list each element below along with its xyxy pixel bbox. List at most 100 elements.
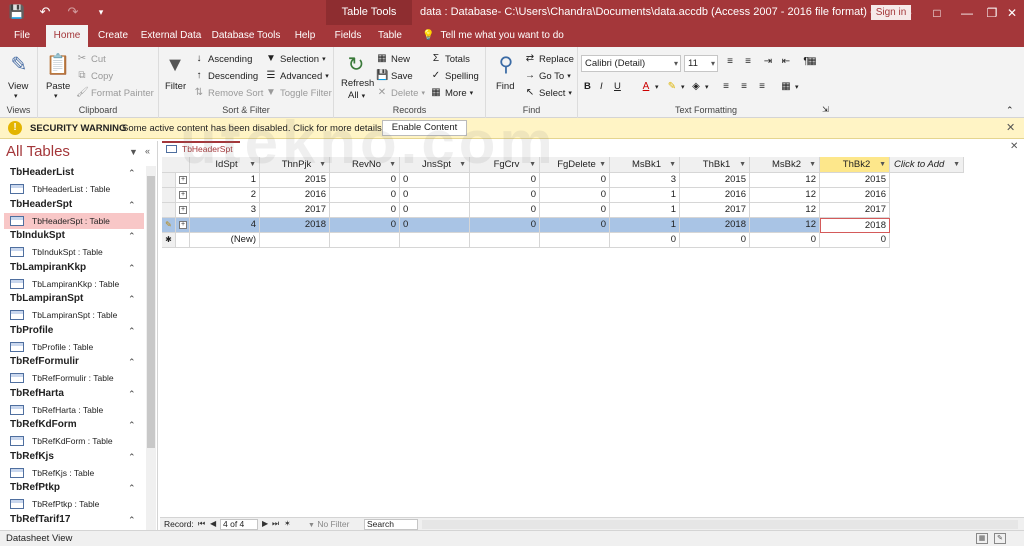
row-selector[interactable] bbox=[162, 203, 176, 218]
cell-thbk1[interactable]: 2017 bbox=[680, 203, 750, 218]
cell-revno[interactable]: 0 bbox=[330, 173, 400, 188]
nav-scrollbar[interactable] bbox=[146, 166, 156, 530]
row-selector[interactable] bbox=[162, 173, 176, 188]
font-color-button[interactable]: A ▾ bbox=[640, 81, 659, 93]
cell-fgcrv[interactable] bbox=[470, 233, 540, 248]
italic-button[interactable]: I bbox=[600, 81, 603, 92]
save-icon[interactable]: 💾 bbox=[8, 4, 26, 20]
expand-cell[interactable]: + bbox=[176, 173, 190, 188]
nav-item-tbrefformulir[interactable]: TbRefFormulir : Table bbox=[4, 370, 144, 386]
column-header-thnpjk[interactable]: ThnPjk ▼ bbox=[260, 157, 330, 173]
cell-msbk1[interactable]: 1 bbox=[610, 218, 680, 233]
advanced-button[interactable]: ☰ Advanced ▾ bbox=[265, 70, 329, 82]
spelling-button[interactable]: ✓ Spelling bbox=[430, 70, 479, 82]
cell-fgcrv[interactable]: 0 bbox=[470, 173, 540, 188]
more-button[interactable]: ▦ More ▾ bbox=[430, 87, 473, 99]
alt-row-color-button[interactable]: ▦ ▾ bbox=[780, 81, 798, 93]
highlight-button[interactable]: ✎ ▾ bbox=[666, 81, 685, 93]
column-header-msbk2[interactable]: MsBk2 ▼ bbox=[750, 157, 820, 173]
expand-cell[interactable]: + bbox=[176, 188, 190, 203]
paste-icon[interactable]: 📋 bbox=[44, 51, 72, 79]
column-header-click-to-add[interactable]: Click to Add ▼ bbox=[890, 157, 964, 173]
expand-cell[interactable]: + bbox=[176, 218, 190, 233]
column-header-fgdelete[interactable]: FgDelete ▼ bbox=[540, 157, 610, 173]
tab-table[interactable]: Table bbox=[372, 25, 408, 47]
tab-create[interactable]: Create bbox=[93, 25, 133, 47]
cell-fgdelete[interactable]: 0 bbox=[540, 203, 610, 218]
gridlines-button[interactable]: ▦ bbox=[806, 56, 818, 68]
nav-group-tbrefkdform[interactable]: TbRefKdForm ⌃ bbox=[0, 417, 144, 433]
column-header-jnsspt[interactable]: JnsSpt ▼ bbox=[400, 157, 470, 173]
filter-button[interactable]: Filter bbox=[165, 81, 186, 92]
cell-msbk2[interactable]: 12 bbox=[750, 218, 820, 233]
column-dropdown-icon[interactable]: ▼ bbox=[599, 157, 606, 172]
cell-msbk1[interactable]: 3 bbox=[610, 173, 680, 188]
record-position-input[interactable]: 4 of 4 bbox=[220, 519, 258, 530]
nav-item-tbrefkdform[interactable]: TbRefKdForm : Table bbox=[4, 433, 144, 449]
column-dropdown-icon[interactable]: ▼ bbox=[389, 157, 396, 172]
cell-thbk1[interactable]: 2016 bbox=[680, 188, 750, 203]
bold-button[interactable]: B bbox=[584, 81, 591, 92]
filter-icon[interactable]: ▼ bbox=[161, 51, 189, 79]
nav-group-tbheaderlist[interactable]: TbHeaderList ⌃ bbox=[0, 165, 144, 181]
goto-button[interactable]: → Go To ▾ bbox=[524, 70, 571, 82]
outdent-button[interactable]: ⇤ bbox=[780, 56, 792, 68]
align-left-button[interactable]: ≡ bbox=[720, 81, 732, 93]
selection-button[interactable]: ▼ Selection ▾ bbox=[265, 53, 326, 65]
column-dropdown-icon[interactable]: ▼ bbox=[879, 157, 886, 172]
view-dropdown-icon[interactable]: ▾ bbox=[14, 92, 18, 100]
cell-thbk2[interactable]: 0 bbox=[820, 233, 890, 248]
cell-idspt[interactable]: 1 bbox=[190, 173, 260, 188]
horizontal-scrollbar[interactable] bbox=[422, 520, 1018, 529]
column-header-idspt[interactable]: IdSpt ▼ bbox=[190, 157, 260, 173]
replace-button[interactable]: ⇄ Replace bbox=[524, 53, 574, 65]
bullets-button[interactable]: ≡ bbox=[724, 56, 736, 68]
nav-item-tbindukspt[interactable]: TbIndukSpt : Table bbox=[4, 244, 144, 260]
nav-group-tbprofile[interactable]: TbProfile ⌃ bbox=[0, 323, 144, 339]
numbering-button[interactable]: ≡ bbox=[742, 56, 754, 68]
nav-item-tbheaderspt[interactable]: TbHeaderSpt : Table bbox=[4, 212, 144, 229]
expand-plus-icon[interactable]: + bbox=[179, 176, 187, 184]
nav-group-tbrefharta[interactable]: TbRefHarta ⌃ bbox=[0, 386, 144, 402]
paste-dropdown-icon[interactable]: ▾ bbox=[54, 92, 58, 100]
cell-thnpjk[interactable]: 2015 bbox=[260, 173, 330, 188]
column-dropdown-icon[interactable]: ▼ bbox=[739, 157, 746, 172]
copy-button[interactable]: ⧉ Copy bbox=[76, 70, 113, 82]
view-icon[interactable]: ✎ bbox=[5, 51, 33, 79]
doc-tab-tbheaderspt[interactable]: TbHeaderSpt bbox=[162, 141, 240, 155]
font-combo[interactable]: Calibri (Detail) ▾ bbox=[581, 55, 681, 72]
cell-msbk2[interactable]: 12 bbox=[750, 203, 820, 218]
cell-fgdelete[interactable]: 0 bbox=[540, 173, 610, 188]
ascending-button[interactable]: ↓ Ascending bbox=[193, 53, 253, 65]
nav-item-tbrefptkp[interactable]: TbRefPtkp : Table bbox=[4, 496, 144, 512]
cell-jnsspt[interactable]: 0 bbox=[400, 188, 470, 203]
find-button[interactable]: Find bbox=[496, 81, 514, 92]
cell-msbk1[interactable]: 1 bbox=[610, 203, 680, 218]
align-right-button[interactable]: ≡ bbox=[756, 81, 768, 93]
nav-item-tbheaderlist[interactable]: TbHeaderList : Table bbox=[4, 181, 144, 197]
cell-fgdelete[interactable] bbox=[540, 233, 610, 248]
security-close-icon[interactable]: ✕ bbox=[1006, 118, 1015, 139]
tab-database-tools[interactable]: Database Tools bbox=[210, 25, 282, 47]
select-all-corner[interactable] bbox=[162, 157, 190, 173]
cell-thnpjk[interactable]: 2016 bbox=[260, 188, 330, 203]
cell-idspt[interactable]: 4 bbox=[190, 218, 260, 233]
tab-file[interactable]: File bbox=[6, 25, 38, 47]
cell-thbk1[interactable]: 0 bbox=[680, 233, 750, 248]
design-view-icon[interactable]: ✎ bbox=[994, 533, 1006, 544]
cell-idspt[interactable]: 3 bbox=[190, 203, 260, 218]
tab-help[interactable]: Help bbox=[290, 25, 320, 47]
nav-group-tblampiranspt[interactable]: TbLampiranSpt ⌃ bbox=[0, 291, 144, 307]
find-icon[interactable]: ⚲ bbox=[492, 51, 520, 79]
column-dropdown-icon[interactable]: ▼ bbox=[319, 157, 326, 172]
tell-me-box[interactable]: 💡 Tell me what you want to do bbox=[422, 25, 564, 47]
text-formatting-launcher-icon[interactable]: ⇲ bbox=[822, 105, 829, 114]
collapse-ribbon-icon[interactable]: ⌃ bbox=[1006, 105, 1014, 116]
refresh-all-button[interactable]: Refresh bbox=[341, 78, 374, 89]
refresh-icon[interactable]: ↻ bbox=[342, 51, 370, 79]
nav-group-tbrefkjs[interactable]: TbRefKjs ⌃ bbox=[0, 449, 144, 465]
nav-pane-title[interactable]: All Tables bbox=[6, 143, 70, 160]
column-header-thbk2[interactable]: ThBk2 ▼ bbox=[820, 157, 890, 173]
redo-icon[interactable]: ↷ bbox=[64, 4, 82, 20]
expand-plus-icon[interactable]: + bbox=[179, 206, 187, 214]
